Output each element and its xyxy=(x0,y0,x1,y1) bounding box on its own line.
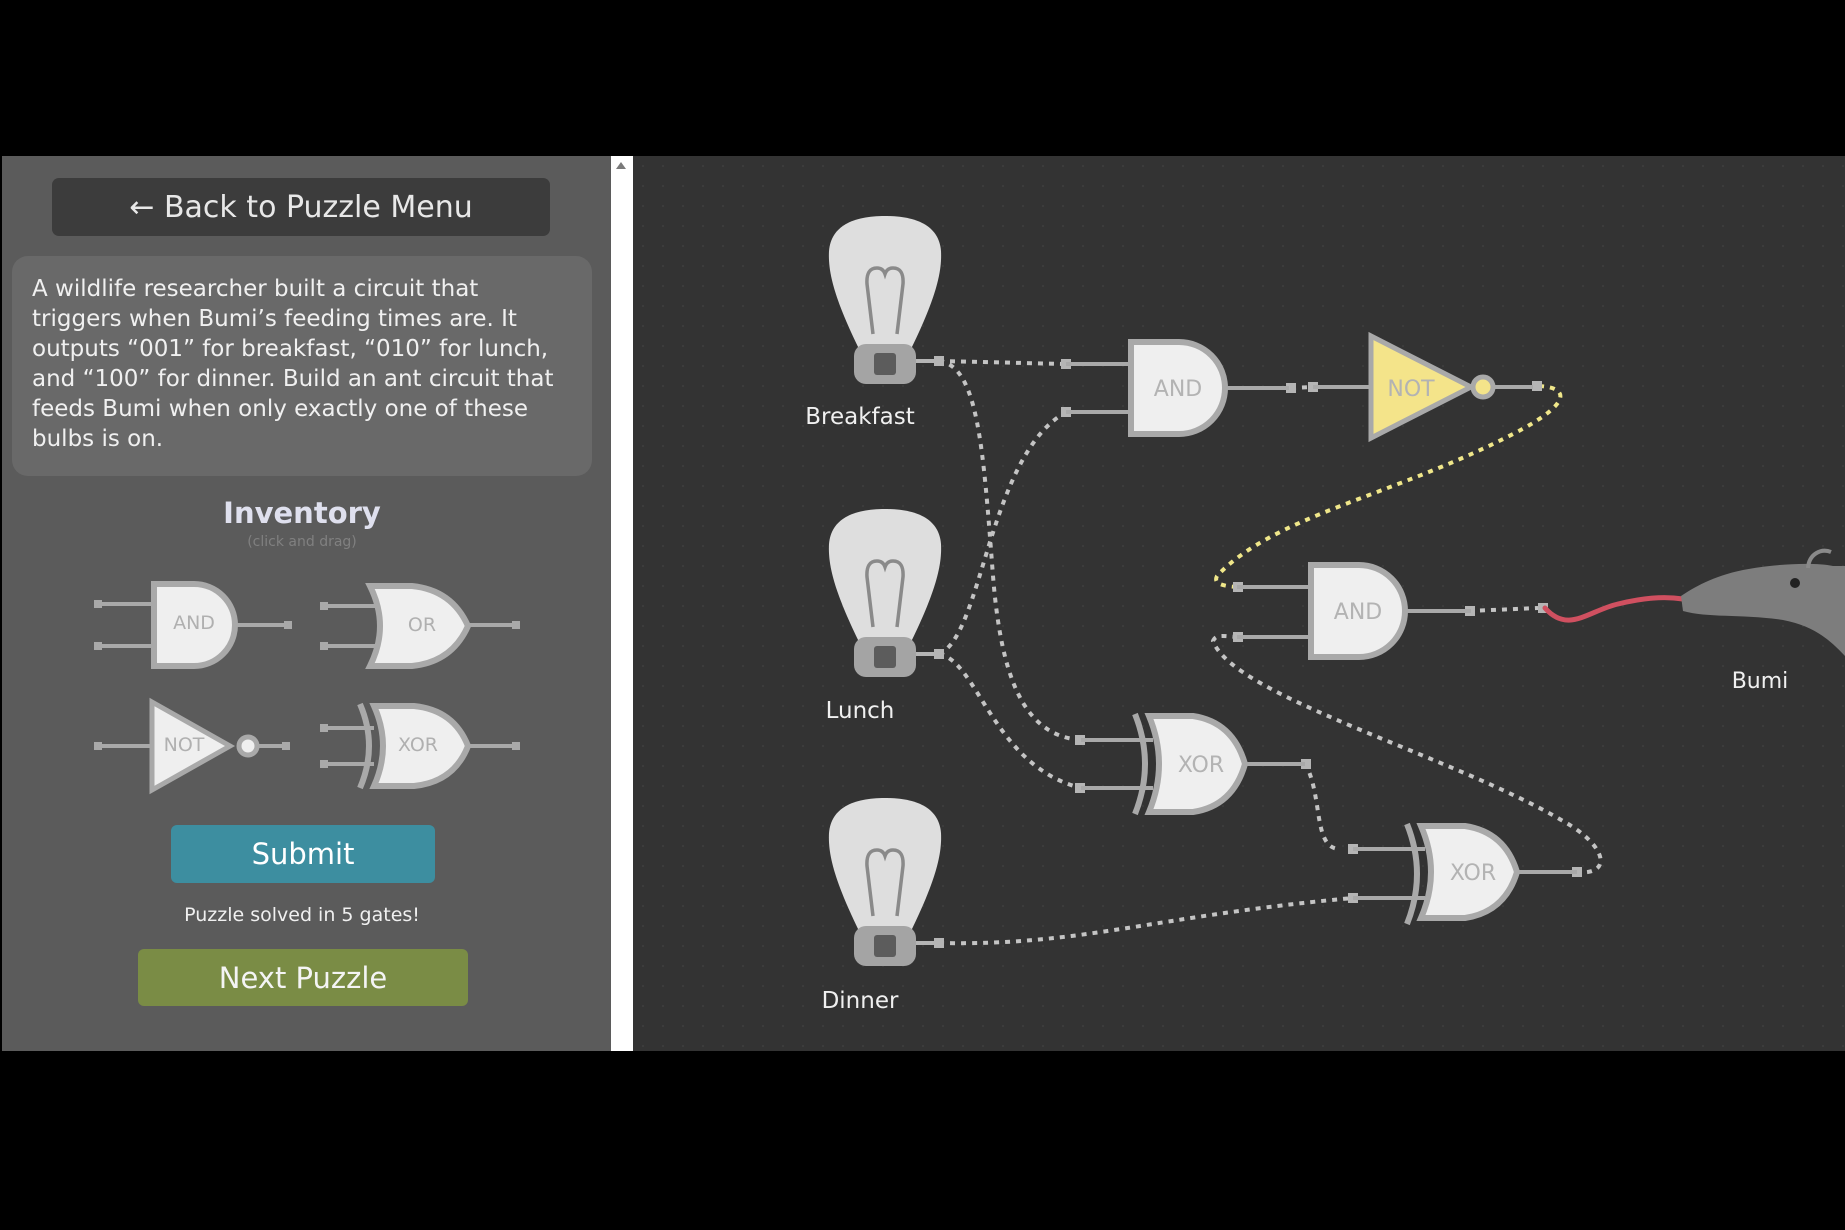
sidebar: ← Back to Puzzle Menu A wildlife researc… xyxy=(2,156,611,1051)
bulb-dinner[interactable] xyxy=(828,798,942,966)
bulb-dinner-contact xyxy=(874,935,896,957)
gate-xor-mid-label: XOR xyxy=(1178,753,1224,778)
sidebar-scrollbar[interactable] xyxy=(611,156,633,1051)
back-to-menu-button[interactable]: ← Back to Puzzle Menu xyxy=(52,178,550,236)
inventory-or-gate[interactable]: OR xyxy=(320,578,530,678)
wire-lunch-and[interactable] xyxy=(938,410,1067,656)
gate-and-mid-label: AND xyxy=(1334,600,1382,625)
bulb-label-lunch: Lunch xyxy=(826,698,895,724)
anteater-eye xyxy=(1790,578,1800,588)
inventory-not-gate[interactable]: NOT xyxy=(92,696,302,796)
bulb-label-breakfast: Breakfast xyxy=(805,404,915,430)
bulb-lunch-glass xyxy=(828,509,942,644)
wire-breakfast-and[interactable] xyxy=(938,359,1067,366)
wire-breakfast-xor[interactable] xyxy=(938,359,1082,742)
bulb-dinner-glass xyxy=(828,798,942,933)
wire-and-bumi[interactable] xyxy=(1468,606,1539,613)
gate-and-top[interactable]: AND xyxy=(1066,339,1289,437)
bulb-label-dinner: Dinner xyxy=(822,988,899,1014)
inventory-xor-label: XOR xyxy=(398,734,438,756)
puzzle-description: A wildlife researcher built a circuit th… xyxy=(12,256,592,476)
inventory-not-label: NOT xyxy=(163,734,205,756)
app-window: ← Back to Puzzle Menu A wildlife researc… xyxy=(2,156,1845,1051)
bulb-lunch[interactable] xyxy=(828,509,942,677)
status-message: Puzzle solved in 5 gates! xyxy=(184,904,420,926)
inventory-and-label: AND xyxy=(173,612,215,634)
bumi-tongue xyxy=(1542,595,1686,623)
scroll-up-arrow-icon[interactable] xyxy=(616,162,626,169)
wire-xor-xor[interactable] xyxy=(1303,762,1339,851)
gate-not-top[interactable]: NOT xyxy=(1313,331,1533,443)
bulb-breakfast-glass xyxy=(828,216,942,351)
gate-xor-bottom-label: XOR xyxy=(1450,861,1496,886)
inventory-hint: (click and drag) xyxy=(247,534,357,550)
gate-xor-bottom[interactable]: XOR xyxy=(1353,822,1577,926)
wire-dinner-xor[interactable] xyxy=(938,896,1354,946)
submit-button[interactable]: Submit xyxy=(171,825,435,883)
gate-and-mid[interactable]: AND xyxy=(1237,562,1471,660)
gate-xor-mid[interactable]: XOR xyxy=(1081,712,1305,816)
wire-xor-and[interactable] xyxy=(1210,633,1603,875)
bulb-breakfast[interactable] xyxy=(828,216,942,384)
gate-and-top-label: AND xyxy=(1154,377,1202,402)
bumi-label: Bumi xyxy=(1732,669,1789,694)
next-puzzle-button[interactable]: Next Puzzle xyxy=(138,949,468,1006)
inventory-title: Inventory xyxy=(223,496,381,530)
bumi-target xyxy=(1542,548,1845,656)
gate-not-top-label: NOT xyxy=(1387,377,1435,402)
inventory-and-gate[interactable]: AND xyxy=(92,578,302,678)
anteater-icon xyxy=(1681,563,1845,656)
bulb-lunch-contact xyxy=(874,646,896,668)
bulb-breakfast-contact xyxy=(874,353,896,375)
circuit-canvas[interactable]: Breakfast Lunch Dinner AND NOT AND XOR X… xyxy=(633,156,1845,1051)
inventory-or-label: OR xyxy=(407,614,437,636)
inventory-xor-gate[interactable]: XOR xyxy=(320,696,530,796)
